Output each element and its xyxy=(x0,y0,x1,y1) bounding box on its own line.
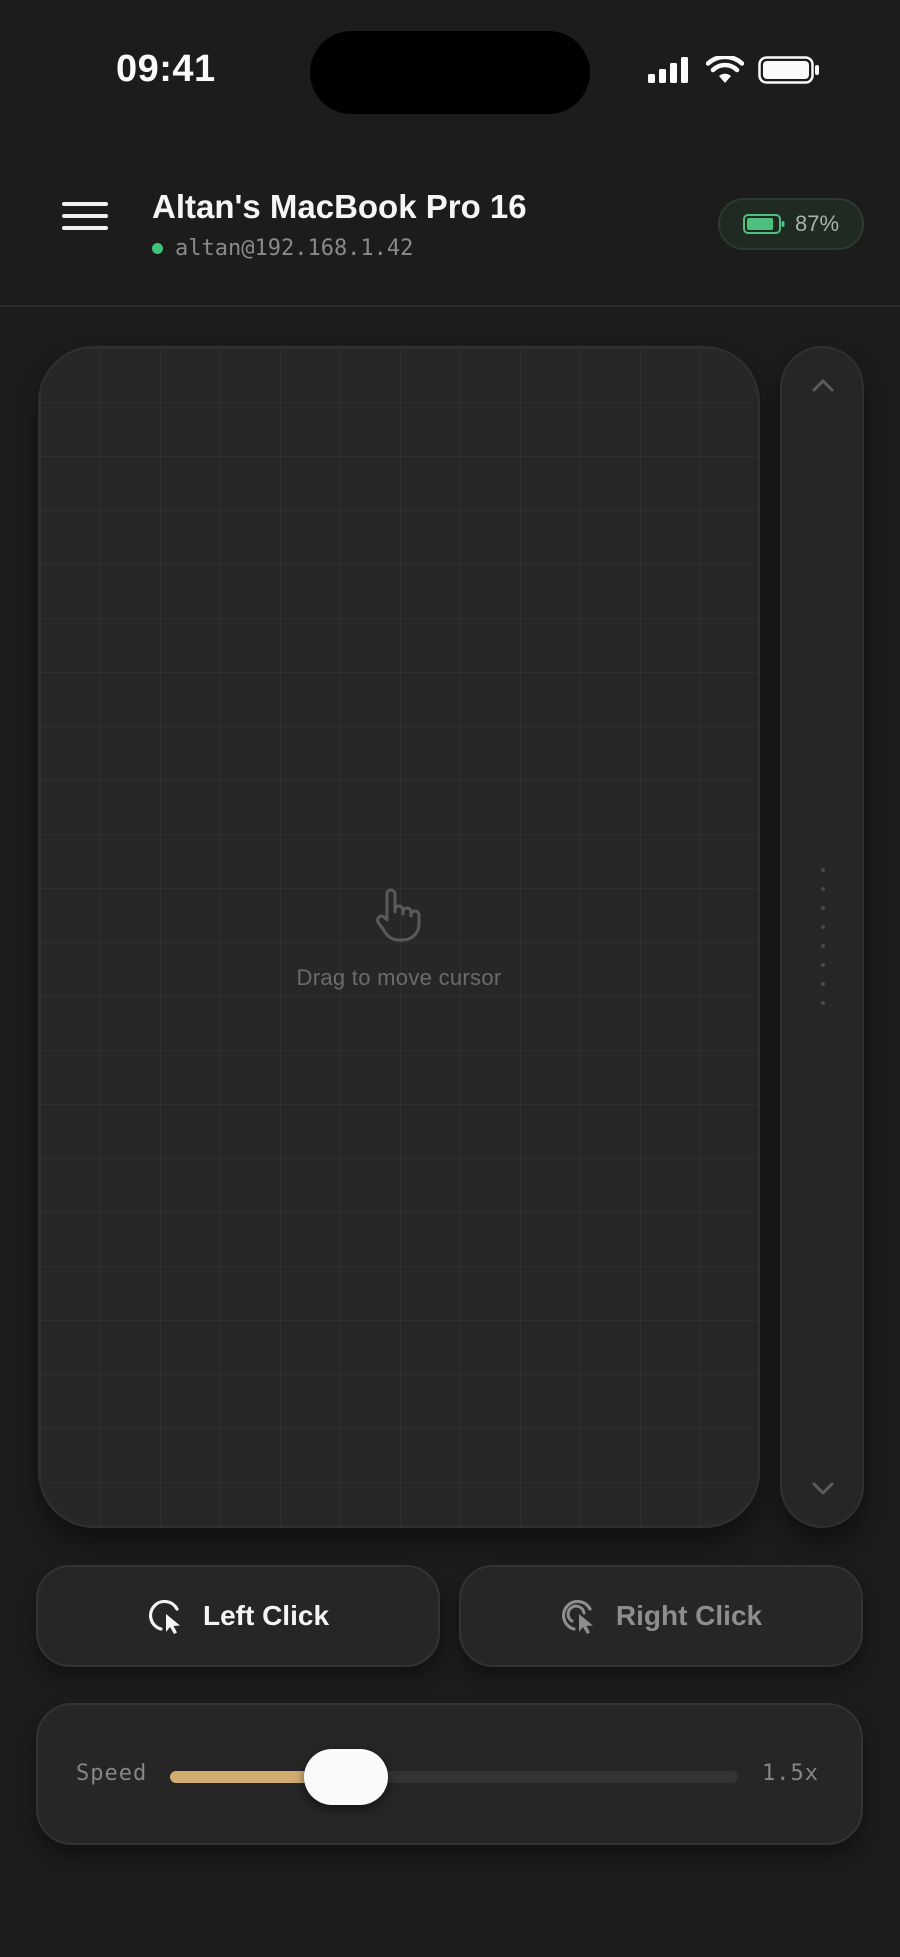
device-host-text: altan@192.168.1.42 xyxy=(175,236,414,261)
speed-label: Speed xyxy=(76,1761,148,1786)
dynamic-island xyxy=(310,31,590,114)
speed-slider-thumb[interactable] xyxy=(304,1749,389,1805)
right-click-button[interactable]: Right Click xyxy=(459,1565,863,1667)
device-battery-badge: 87% xyxy=(718,198,864,250)
chevron-down-icon[interactable] xyxy=(808,1474,838,1504)
trackpad-hint: Drag to move cursor xyxy=(296,965,502,990)
connection-status-dot xyxy=(152,243,163,254)
scroll-strip[interactable] xyxy=(780,346,864,1528)
device-battery-percent: 87% xyxy=(794,211,840,236)
trackpad-surface[interactable]: Drag to move cursor xyxy=(38,346,760,1528)
left-click-label: Left Click xyxy=(202,1600,330,1631)
chevron-up-icon[interactable] xyxy=(808,370,838,400)
menu-button[interactable] xyxy=(56,202,114,246)
right-click-label: Right Click xyxy=(615,1600,763,1631)
status-time: 09:41 xyxy=(116,48,216,90)
speed-control: Speed 1.5x xyxy=(36,1703,863,1845)
wifi-icon xyxy=(706,56,744,83)
status-bar: 09:41 xyxy=(0,0,900,140)
app-header: Altan's MacBook Pro 16 altan@192.168.1.4… xyxy=(0,140,900,307)
cellular-signal-icon xyxy=(648,57,688,83)
speed-value: 1.5x xyxy=(762,1761,819,1786)
hand-pointer-icon xyxy=(376,888,421,942)
device-name: Altan's MacBook Pro 16 xyxy=(152,188,527,225)
right-click-cursor-icon xyxy=(561,1599,593,1634)
left-click-cursor-icon xyxy=(148,1599,180,1634)
status-icons xyxy=(648,56,820,84)
left-click-button[interactable]: Left Click xyxy=(36,1565,440,1667)
scroll-grip xyxy=(820,868,826,1020)
battery-icon xyxy=(742,214,785,234)
menu-icon xyxy=(62,202,108,206)
speed-slider[interactable] xyxy=(170,1749,738,1805)
device-host: altan@192.168.1.42 xyxy=(152,236,413,261)
battery-icon xyxy=(758,56,819,84)
